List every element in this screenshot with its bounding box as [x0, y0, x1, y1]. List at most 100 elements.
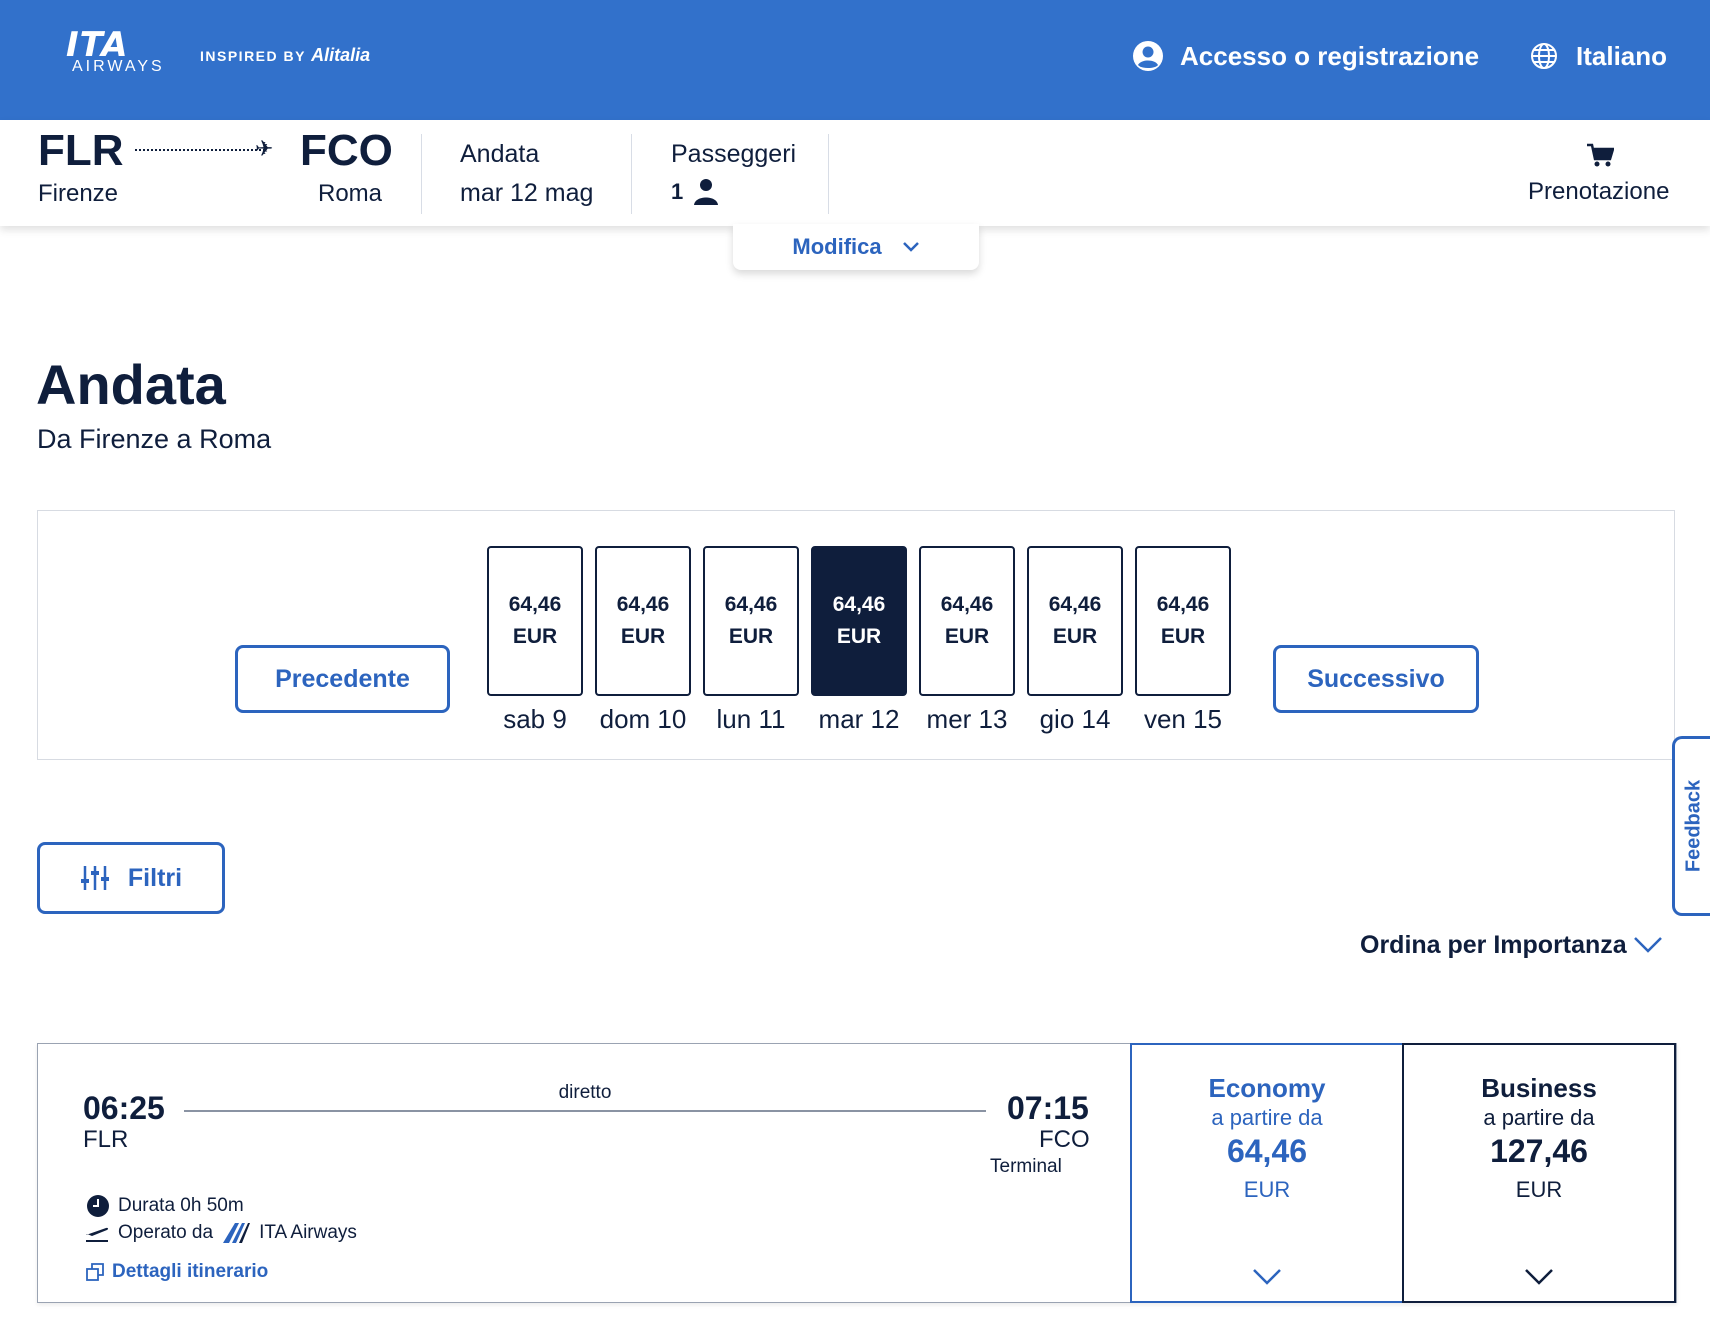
arrival-airport: FCO	[1039, 1126, 1090, 1153]
sort-label: Ordina per Importanza	[1360, 930, 1627, 959]
logo-subtitle: AIRWAYS	[72, 58, 165, 75]
date-price: 64,46	[940, 593, 994, 616]
route-dotted-line	[135, 149, 265, 151]
date-label: ven 15	[1143, 704, 1223, 734]
operated-by-text: Operato da	[118, 1222, 214, 1243]
date-price: 64,46	[508, 593, 562, 616]
departure-time: 06:25	[83, 1090, 165, 1126]
airplane-icon: ✈	[255, 136, 274, 161]
previous-dates-button[interactable]: Precedente	[235, 645, 450, 713]
page-subtitle: Da Firenze a Roma	[37, 424, 272, 454]
origin-city: Firenze	[38, 180, 119, 207]
fare-from-label: a partire da	[1483, 1105, 1595, 1130]
stops-label: diretto	[558, 1082, 612, 1103]
fare-from-label: a partire da	[1211, 1105, 1323, 1130]
language-label: Italiano	[1576, 40, 1668, 71]
language-selector[interactable]: Italiano	[1530, 36, 1667, 76]
passengers-count: 1	[671, 179, 684, 204]
flight-route-line	[184, 1110, 986, 1112]
divider	[421, 134, 422, 214]
itinerary-details-link[interactable]: Dettagli itinerario	[86, 1261, 268, 1283]
user-circle-icon	[1133, 41, 1163, 71]
date-currency: EUR	[620, 625, 666, 648]
external-window-icon	[86, 1263, 104, 1281]
date-tile-dom-10[interactable]: 64,46 EUR	[595, 546, 691, 696]
passengers-count-group: 1	[671, 178, 719, 206]
terminal-label: Terminal	[990, 1156, 1062, 1177]
fare-name: Economy	[1208, 1073, 1326, 1103]
date-tile-lun-11[interactable]: 64,46 EUR	[703, 546, 799, 696]
modify-search-button[interactable]: Modifica	[733, 224, 979, 270]
next-dates-button[interactable]: Successivo	[1273, 645, 1479, 713]
passengers-label: Passeggeri	[671, 140, 797, 168]
date-currency: EUR	[512, 625, 558, 648]
trip-date: mar 12 mag	[460, 179, 594, 207]
duration-row: Durata 0h 50m	[86, 1194, 244, 1218]
divider	[631, 134, 632, 214]
login-button[interactable]: Accesso o registrazione	[1132, 36, 1479, 76]
filters-button[interactable]: Filtri	[37, 842, 225, 914]
carrier-name: ITA Airways	[259, 1222, 357, 1243]
date-price: 64,46	[616, 593, 670, 616]
fare-price: 127,46	[1490, 1133, 1588, 1169]
ita-tail-logo-icon	[223, 1223, 251, 1243]
date-tile-mar-12-selected[interactable]: 64,46 EUR	[811, 546, 907, 696]
date-currency: EUR	[1160, 625, 1206, 648]
date-label: dom 10	[599, 704, 687, 734]
chevron-down-icon	[1253, 1269, 1281, 1285]
fare-currency: EUR	[1515, 1177, 1563, 1202]
date-label: sab 9	[503, 704, 567, 734]
date-label: gio 14	[1039, 704, 1111, 734]
person-icon	[694, 179, 719, 205]
globe-icon	[1531, 43, 1557, 69]
economy-fare-option[interactable]: Economy a partire da 64,46 EUR	[1130, 1043, 1404, 1303]
date-tile-sab-9[interactable]: 64,46 EUR	[487, 546, 583, 696]
feedback-tab[interactable]: Feedback	[1672, 736, 1710, 916]
trip-type-label: Andata	[460, 140, 540, 168]
business-fare-option[interactable]: Business a partire da 127,46 EUR	[1402, 1043, 1676, 1303]
date-price: 64,46	[1048, 593, 1102, 616]
chevron-down-icon	[1633, 937, 1662, 953]
fare-price: 64,46	[1226, 1133, 1308, 1169]
date-currency: EUR	[836, 625, 882, 648]
date-tile-ven-15[interactable]: 64,46 EUR	[1135, 546, 1231, 696]
date-currency: EUR	[728, 625, 774, 648]
filters-label: Filtri	[127, 863, 183, 892]
chevron-down-icon	[1525, 1269, 1553, 1285]
date-label: lun 11	[716, 704, 786, 734]
feedback-label: Feedback	[1682, 779, 1704, 873]
date-price: 64,46	[724, 593, 778, 616]
origin-code: FLR	[38, 126, 124, 175]
logo-mark: ITA	[66, 25, 129, 65]
inspired-by-text: INSPIRED BY	[200, 48, 306, 64]
departure-airport: FLR	[83, 1126, 129, 1153]
sort-dropdown[interactable]: Ordina per Importanza	[1360, 928, 1663, 962]
date-label: mar 12	[818, 704, 900, 734]
date-price: 64,46	[832, 593, 886, 616]
date-currency: EUR	[1052, 625, 1098, 648]
date-currency: EUR	[944, 625, 990, 648]
login-label: Accesso o registrazione	[1180, 40, 1480, 71]
date-tile-gio-14[interactable]: 64,46 EUR	[1027, 546, 1123, 696]
inspired-by-tagline: INSPIRED BY Alitalia	[200, 45, 370, 66]
booking-label[interactable]: Prenotazione	[1528, 178, 1669, 206]
divider	[828, 134, 829, 214]
page-title: Andata	[36, 353, 226, 416]
date-price: 64,46	[1156, 593, 1210, 616]
plane-takeoff-icon	[86, 1227, 109, 1242]
operator-row: Operato da ITA Airways	[84, 1222, 357, 1244]
fare-currency: EUR	[1243, 1177, 1291, 1202]
cart-icon[interactable]	[1586, 142, 1615, 173]
modify-label: Modifica	[792, 234, 882, 259]
destination-city: Roma	[318, 180, 383, 207]
duration-text: Durata 0h 50m	[118, 1195, 244, 1216]
ita-airways-logo[interactable]: ITA AIRWAYS	[64, 28, 174, 80]
clock-icon	[87, 1195, 109, 1217]
alitalia-brand: Alitalia	[311, 45, 371, 65]
sliders-icon	[80, 866, 109, 890]
date-tile-mer-13[interactable]: 64,46 EUR	[919, 546, 1015, 696]
destination-code: FCO	[300, 126, 393, 175]
chevron-down-icon	[902, 242, 919, 252]
arrival-time: 07:15	[1007, 1090, 1089, 1126]
date-label: mer 13	[926, 704, 1008, 734]
